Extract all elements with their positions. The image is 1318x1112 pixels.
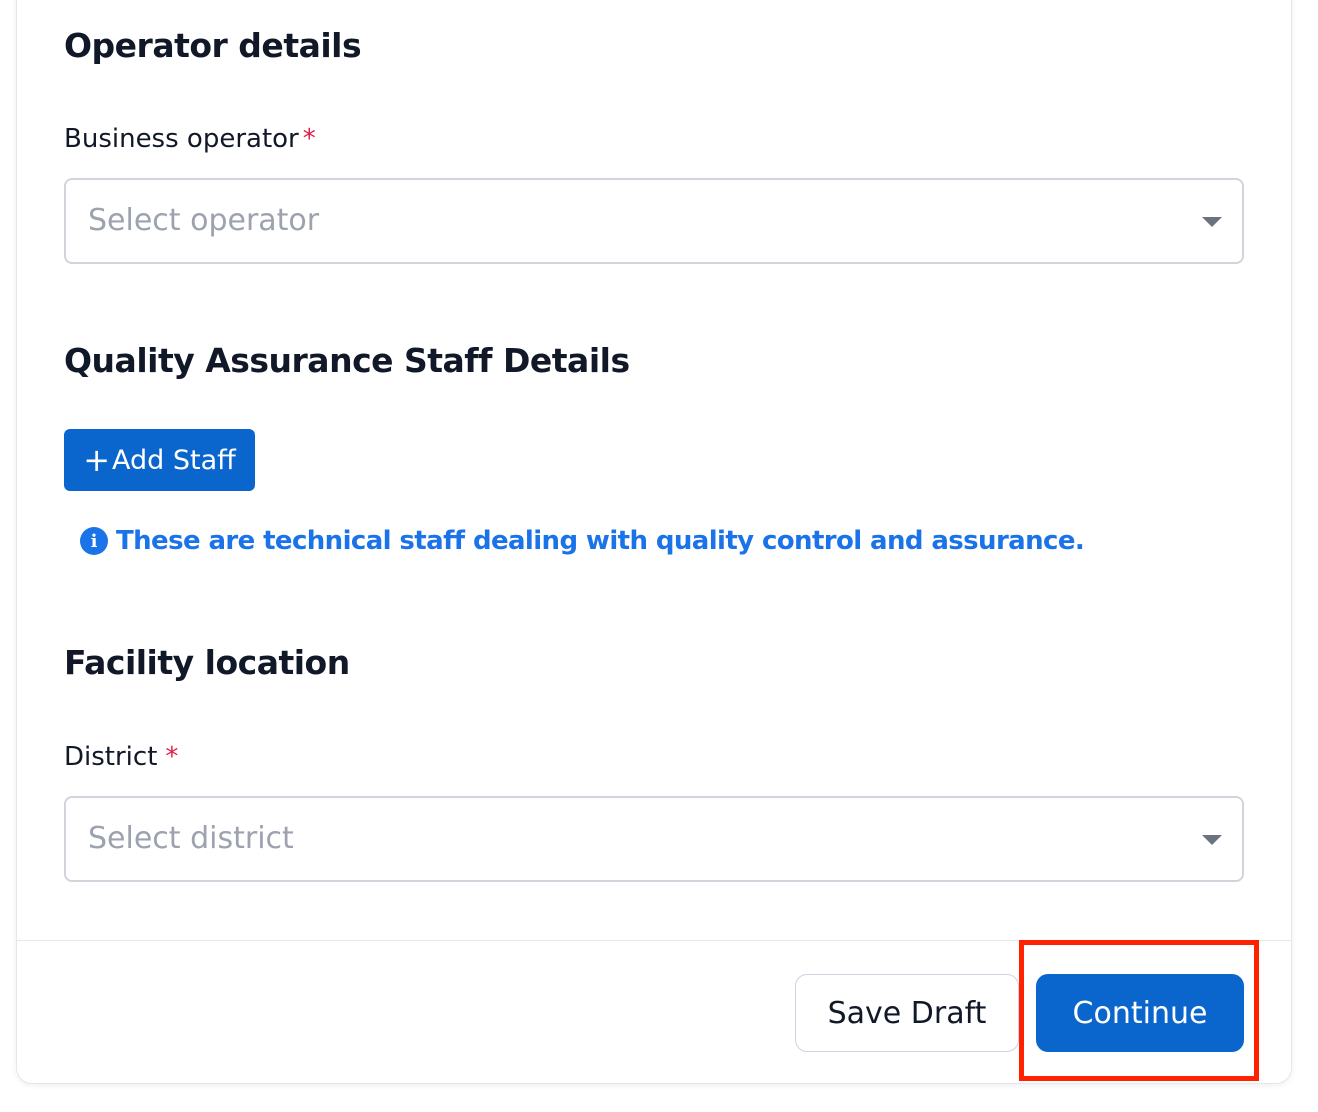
footer-divider bbox=[16, 940, 1292, 941]
add-staff-label: Add Staff bbox=[112, 444, 236, 476]
district-select[interactable]: Select district bbox=[64, 796, 1244, 882]
district-label-text: District bbox=[64, 742, 158, 772]
qa-staff-heading: Quality Assurance Staff Details bbox=[64, 341, 630, 380]
continue-button[interactable]: Continue bbox=[1036, 974, 1244, 1052]
chevron-down-icon bbox=[1202, 217, 1222, 227]
business-operator-select[interactable]: Select operator bbox=[64, 178, 1244, 264]
district-label: District * bbox=[64, 742, 178, 772]
qa-staff-info-note: i These are technical staff dealing with… bbox=[80, 526, 1085, 556]
business-operator-label: Business operator * bbox=[64, 124, 316, 154]
district-placeholder: Select district bbox=[88, 821, 294, 856]
info-text: These are technical staff dealing with q… bbox=[116, 526, 1085, 556]
plus-icon: + bbox=[83, 441, 111, 479]
required-asterisk: * bbox=[165, 742, 179, 772]
info-icon: i bbox=[80, 527, 108, 555]
add-staff-button[interactable]: + Add Staff bbox=[64, 429, 255, 491]
facility-location-heading: Facility location bbox=[64, 643, 350, 682]
chevron-down-icon bbox=[1202, 835, 1222, 845]
required-asterisk: * bbox=[302, 124, 316, 154]
business-operator-label-text: Business operator bbox=[64, 124, 299, 154]
operator-details-heading: Operator details bbox=[64, 26, 362, 65]
save-draft-button[interactable]: Save Draft bbox=[795, 974, 1019, 1052]
business-operator-placeholder: Select operator bbox=[88, 203, 320, 238]
